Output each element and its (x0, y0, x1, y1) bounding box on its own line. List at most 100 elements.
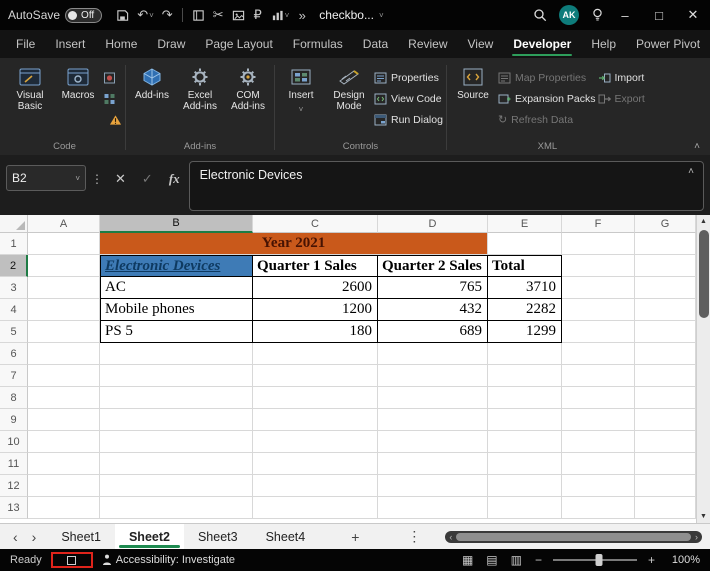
cell-G13[interactable] (635, 497, 696, 519)
cell-C9[interactable] (253, 409, 378, 431)
row-header-9[interactable]: 9 (0, 409, 28, 431)
checkbox-icon[interactable] (67, 556, 76, 565)
sheet-tab-sheet4[interactable]: Sheet4 (252, 524, 320, 549)
zoom-thumb[interactable] (596, 554, 603, 566)
cell-E12[interactable] (488, 475, 562, 497)
insert-function-button[interactable]: fx (165, 170, 184, 188)
cell-D4[interactable]: 432 (378, 299, 488, 321)
normal-view-button[interactable]: ▦ (460, 553, 475, 567)
cell-B2[interactable]: Electronic Devices (100, 255, 253, 277)
cell-C12[interactable] (253, 475, 378, 497)
name-box[interactable]: B2 ˅ (6, 165, 86, 191)
row-header-11[interactable]: 11 (0, 453, 28, 475)
cell-D6[interactable] (378, 343, 488, 365)
cell-C5[interactable]: 180 (253, 321, 378, 343)
ribbon-tab-formulas[interactable]: Formulas (283, 32, 353, 58)
previous-sheet-button[interactable]: ‹ (6, 529, 25, 545)
cell-E1[interactable] (488, 233, 562, 255)
com-add-ins-button[interactable]: COM Add-ins (225, 63, 271, 112)
cell-F7[interactable] (562, 365, 635, 387)
cell-G9[interactable] (635, 409, 696, 431)
ribbon-tab-developer[interactable]: Developer (503, 32, 581, 58)
column-header-F[interactable]: F (562, 215, 635, 233)
cell-G1[interactable] (635, 233, 696, 255)
cell-B5[interactable]: PS 5 (100, 321, 253, 343)
cell-D3[interactable]: 765 (378, 277, 488, 299)
horizontal-scrollbar[interactable]: ‹ › (445, 531, 702, 543)
cell-C13[interactable] (253, 497, 378, 519)
expansion-packs-button[interactable]: Expansion Packs (498, 90, 596, 107)
cell-C2[interactable]: Quarter 1 Sales (253, 255, 378, 277)
scroll-down-icon[interactable]: ▼ (700, 510, 707, 523)
cell-D11[interactable] (378, 453, 488, 475)
map-properties-button[interactable]: Map Properties (498, 69, 586, 86)
cell-C10[interactable] (253, 431, 378, 453)
cell-B12[interactable] (100, 475, 253, 497)
cell-B8[interactable] (100, 387, 253, 409)
vertical-scrollbar[interactable]: ▲ ▼ (696, 215, 710, 523)
zoom-slider[interactable] (553, 554, 637, 566)
avatar[interactable]: AK (559, 5, 579, 25)
cell-E13[interactable] (488, 497, 562, 519)
excel-add-ins-button[interactable]: Excel Add-ins (177, 63, 223, 112)
collapse-ribbon-button[interactable]: ˄ (694, 141, 700, 152)
cell-A7[interactable] (28, 365, 100, 387)
cell-C11[interactable] (253, 453, 378, 475)
cell-G7[interactable] (635, 365, 696, 387)
redo-button[interactable]: ↷ (158, 3, 177, 27)
cell-A3[interactable] (28, 277, 100, 299)
save-button[interactable] (112, 3, 133, 27)
horizontal-scroll-thumb[interactable] (456, 533, 691, 541)
add-ins-button[interactable]: Add-ins (129, 63, 175, 101)
column-header-A[interactable]: A (28, 215, 100, 233)
cell-E10[interactable] (488, 431, 562, 453)
cell-C8[interactable] (253, 387, 378, 409)
next-sheet-button[interactable]: › (25, 529, 44, 545)
cell-B9[interactable] (100, 409, 253, 431)
cell-G5[interactable] (635, 321, 696, 343)
copilot-button[interactable] (587, 3, 608, 27)
cell-F12[interactable] (562, 475, 635, 497)
cell-B10[interactable] (100, 431, 253, 453)
page-break-view-button[interactable]: ▥ (509, 553, 524, 567)
cell-E3[interactable]: 3710 (488, 277, 562, 299)
run-dialog-button[interactable]: Run Dialog (374, 111, 443, 128)
undo-button[interactable]: ↶˅ (133, 3, 158, 27)
cell-E2[interactable]: Total (488, 255, 562, 277)
ribbon-tab-insert[interactable]: Insert (45, 32, 95, 58)
cell-B6[interactable] (100, 343, 253, 365)
row-header-5[interactable]: 5 (0, 321, 28, 343)
cell-F5[interactable] (562, 321, 635, 343)
visual-basic-button[interactable]: Visual Basic (7, 63, 53, 112)
cell-A1[interactable] (28, 233, 100, 255)
cell-A5[interactable] (28, 321, 100, 343)
cell-E8[interactable] (488, 387, 562, 409)
minimize-button[interactable]: – (608, 0, 642, 30)
cell-A12[interactable] (28, 475, 100, 497)
more-commands-button[interactable]: » (293, 3, 311, 27)
sheet-tab-sheet3[interactable]: Sheet3 (184, 524, 252, 549)
new-sheet-button[interactable]: + (341, 529, 369, 545)
cell-B13[interactable] (100, 497, 253, 519)
ribbon-tab-data[interactable]: Data (353, 32, 398, 58)
cell-C6[interactable] (253, 343, 378, 365)
export-button[interactable]: Export (598, 90, 645, 107)
zoom-out-button[interactable]: − (533, 553, 544, 567)
cell-A8[interactable] (28, 387, 100, 409)
cell-B1[interactable]: Year 2021 (100, 233, 488, 255)
scroll-up-icon[interactable]: ▲ (700, 215, 707, 228)
column-header-D[interactable]: D (378, 215, 488, 233)
currency-format-button[interactable]: ₽ (249, 3, 267, 27)
design-mode-button[interactable]: Design Mode (326, 63, 372, 112)
search-button[interactable] (529, 3, 551, 27)
cell-A13[interactable] (28, 497, 100, 519)
close-button[interactable]: ✕ (676, 0, 710, 30)
cell-D9[interactable] (378, 409, 488, 431)
select-all-corner[interactable] (0, 215, 28, 233)
ribbon-tab-review[interactable]: Review (398, 32, 457, 58)
formula-input[interactable]: Electronic Devices ˄ (189, 161, 704, 211)
sheet-menu-button[interactable]: ⋮ (397, 528, 431, 545)
enter-formula-button[interactable]: ✓ (138, 170, 157, 188)
row-header-4[interactable]: 4 (0, 299, 28, 321)
refresh-data-button[interactable]: ↻ Refresh Data (498, 111, 573, 128)
